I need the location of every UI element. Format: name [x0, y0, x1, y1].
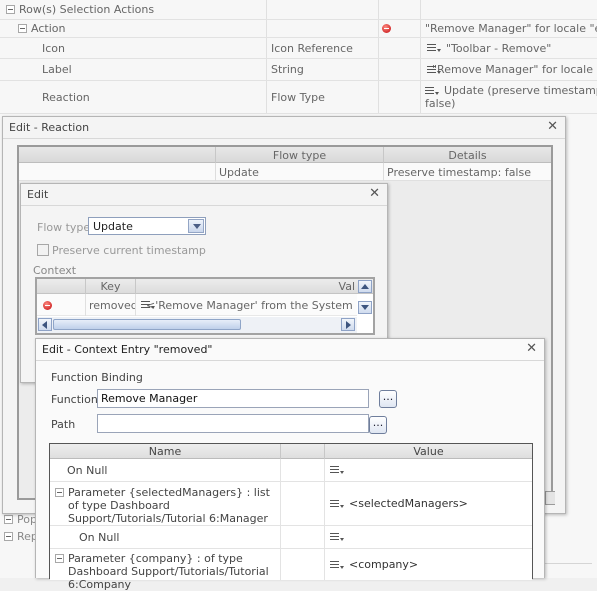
remove-icon[interactable] [43, 301, 52, 310]
flow-type-header[interactable]: Flow type [215, 147, 383, 163]
details-cell: Preserve timestamp: false [383, 163, 551, 181]
dialog-title: Edit [27, 188, 49, 201]
name-header[interactable]: Name [50, 444, 280, 459]
flow-type-select[interactable]: Update [88, 217, 206, 235]
value-header[interactable]: Val [135, 279, 357, 294]
label-type: String [271, 63, 304, 76]
list-icon[interactable] [427, 43, 441, 53]
flow-type-value: Update [93, 220, 133, 233]
grid-row[interactable]: Update Preserve timestamp: false [19, 163, 551, 181]
close-icon[interactable]: ✕ [547, 120, 558, 134]
horizontal-scrollbar[interactable] [37, 317, 357, 333]
table-row[interactable]: Parameter {selectedManagers} : list of t… [50, 482, 532, 526]
table-row[interactable]: On Null [50, 526, 532, 549]
path-browse-button[interactable]: ... [369, 416, 387, 434]
scroll-down-arrow[interactable] [358, 301, 372, 314]
context-entry-dialog: Edit - Context Entry "removed" ✕ Functio… [35, 338, 545, 591]
scroll-left-arrow[interactable] [38, 318, 52, 331]
function-label: Function [51, 393, 98, 406]
function-binding-title: Function Binding [51, 371, 143, 384]
flow-type-label: Flow type [37, 221, 91, 234]
table-row[interactable]: On Null [50, 459, 532, 482]
collapse-icon[interactable] [55, 554, 64, 563]
grid-header: Flow type Details [19, 147, 551, 163]
dialog-titlebar[interactable]: Edit ✕ [21, 184, 387, 206]
icon-value: "Toolbar - Remove" [446, 41, 552, 55]
parameter-table: Name Value On Null Parameter {selectedMa… [49, 443, 533, 591]
bottom-item[interactable]: Pop [4, 513, 37, 526]
section-header: Row(s) Selection Actions [19, 3, 155, 16]
reaction-value-line1: Update (preserve timestamp: [444, 84, 597, 97]
collapse-icon[interactable] [6, 5, 15, 14]
close-icon[interactable]: ✕ [526, 342, 537, 356]
context-table: Key Val removed <'Remove Manager' from t… [35, 277, 375, 335]
scroll-up-arrow[interactable] [358, 280, 372, 293]
dialog-title: Edit - Context Entry "removed" [42, 343, 213, 356]
list-icon[interactable] [330, 499, 344, 509]
scroll-right-arrow[interactable] [341, 318, 355, 331]
list-icon[interactable] [330, 532, 344, 542]
key-header[interactable]: Key [85, 279, 135, 294]
label-row[interactable]: Label String "Remove Manager" for locale… [0, 59, 597, 81]
preserve-timestamp-label: Preserve current timestamp [52, 244, 206, 257]
close-icon[interactable]: ✕ [369, 187, 380, 201]
icon-label: Icon [42, 41, 65, 55]
expand-icon[interactable] [4, 532, 13, 541]
table-row[interactable]: Parameter {company} : of type Dashboard … [50, 549, 532, 591]
function-input[interactable] [97, 389, 369, 408]
details-header[interactable]: Details [383, 147, 551, 163]
chevron-down-icon[interactable] [188, 219, 204, 233]
reaction-row[interactable]: Reaction Flow Type Update (preserve time… [0, 81, 597, 114]
dialog-titlebar[interactable]: Edit - Reaction ✕ [3, 117, 565, 139]
collapse-icon[interactable] [18, 24, 27, 33]
icon-type: Icon Reference [271, 41, 353, 55]
bottom-item[interactable]: Rep [4, 530, 38, 543]
flow-type-cell: Update [215, 163, 383, 181]
section-row[interactable]: Row(s) Selection Actions [0, 0, 597, 20]
dialog-titlebar[interactable]: Edit - Context Entry "removed" ✕ [36, 339, 544, 361]
action-row[interactable]: Action "Remove Manager" for locale "en" [0, 20, 597, 38]
preserve-timestamp-checkbox[interactable] [37, 244, 49, 256]
context-key-cell: removed [85, 294, 135, 316]
label-label: Label [42, 63, 72, 76]
action-value: "Remove Manager" for locale "en" [425, 22, 597, 35]
list-icon[interactable] [425, 86, 439, 96]
function-browse-button[interactable]: ... [379, 390, 397, 408]
collapse-icon[interactable] [55, 488, 64, 497]
context-label: Context [33, 264, 77, 277]
reaction-label: Reaction [42, 90, 90, 104]
expand-icon[interactable] [4, 515, 13, 524]
reaction-value-line2: false) [425, 97, 456, 110]
label-value: "Remove Manager" for locale "e [432, 63, 597, 76]
remove-icon[interactable] [382, 24, 391, 33]
path-label: Path [51, 418, 76, 431]
dialog-title: Edit - Reaction [9, 121, 90, 134]
action-label: Action [31, 22, 66, 35]
context-row[interactable]: removed <'Remove Manager' from the Syste… [37, 294, 357, 316]
reaction-type: Flow Type [271, 90, 325, 104]
scroll-thumb[interactable] [53, 319, 241, 330]
icon-row[interactable]: Icon Icon Reference "Toolbar - Remove" [0, 38, 597, 59]
parameter-table-header: Name Value [50, 444, 532, 459]
context-header: Key Val [37, 279, 373, 294]
context-value-cell: <'Remove Manager' from the System mod [135, 294, 357, 316]
value-header[interactable]: Value [324, 444, 532, 459]
list-icon[interactable] [330, 560, 344, 570]
path-input[interactable] [97, 414, 369, 433]
list-icon[interactable] [330, 465, 344, 475]
